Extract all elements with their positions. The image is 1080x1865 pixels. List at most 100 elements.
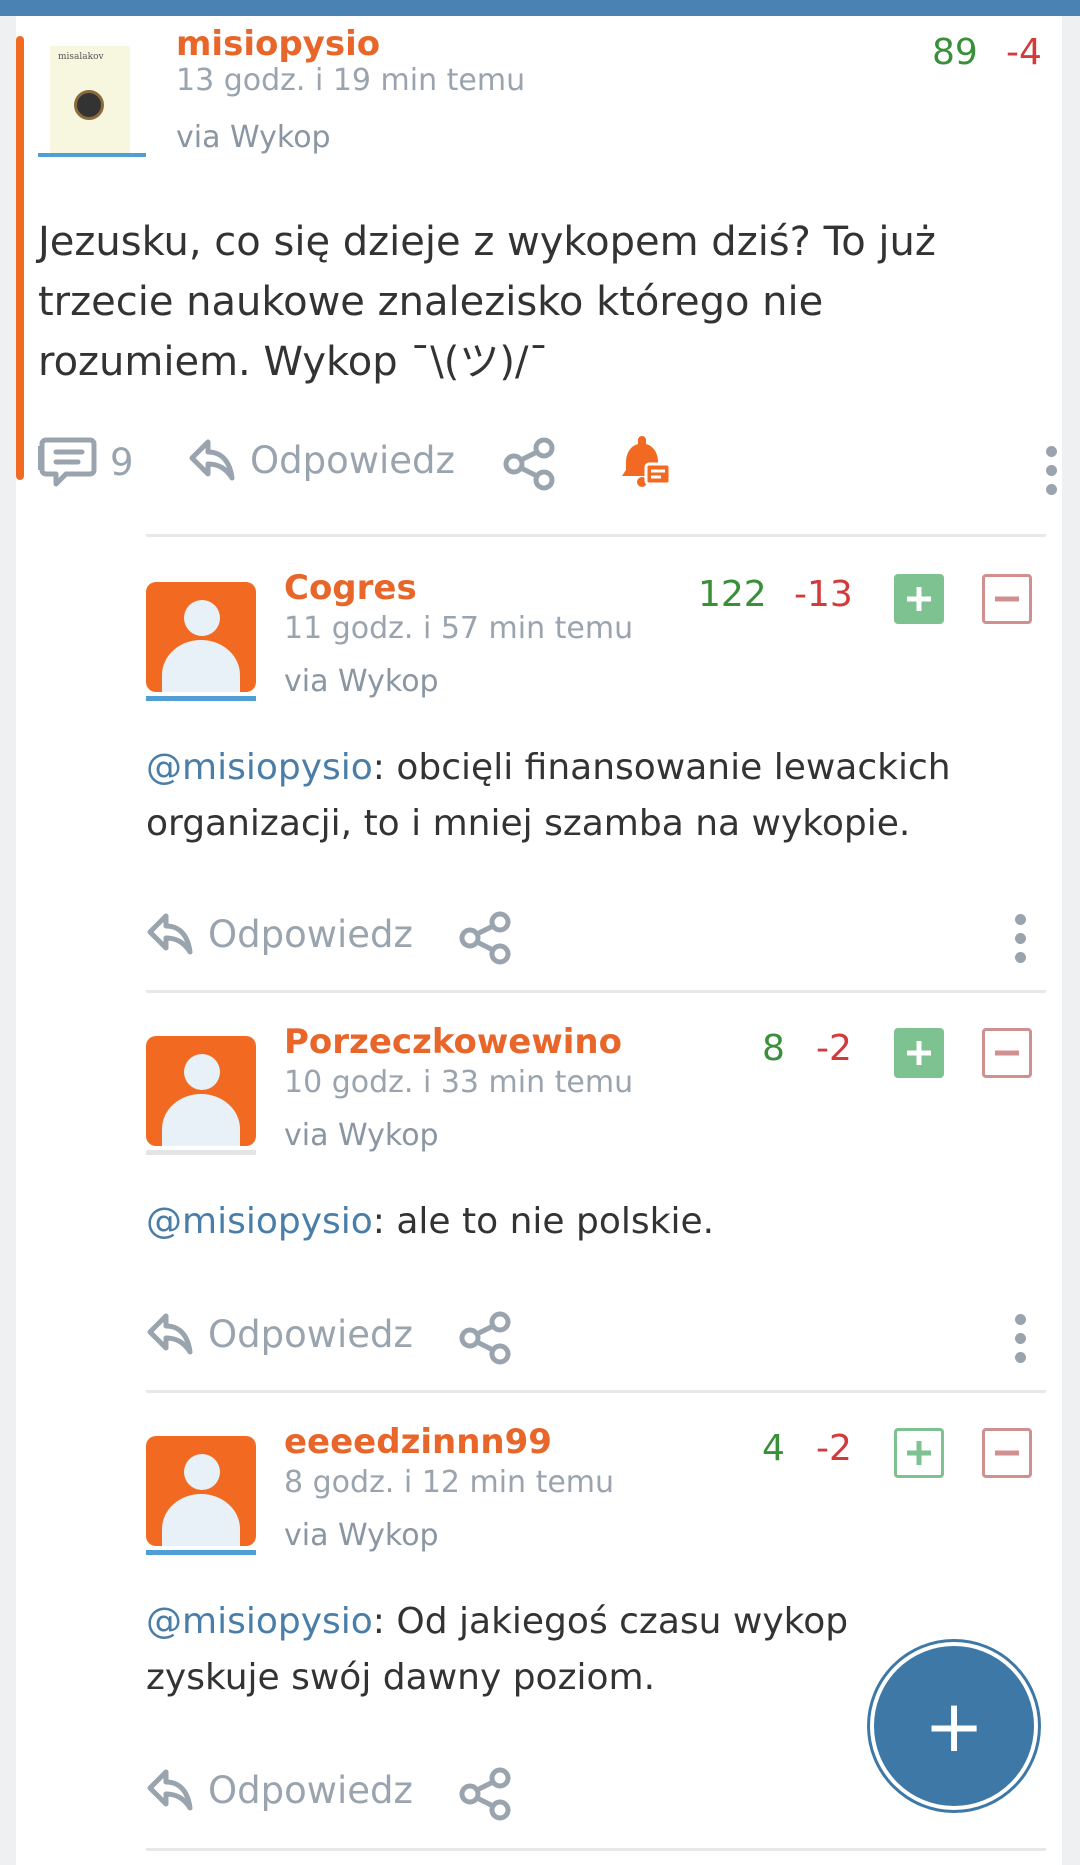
top-app-bar-edge <box>0 0 1080 16</box>
plus-icon <box>907 1441 931 1465</box>
entry-score-plus: 89 <box>932 32 978 73</box>
reply-body: @misiopysio: obcięli finansowanie lewack… <box>146 740 1026 852</box>
reply-score-minus: -13 <box>794 574 853 615</box>
reply-button[interactable]: Odpowiedz <box>188 436 455 484</box>
bell-icon <box>622 436 672 487</box>
reply-avatar[interactable] <box>146 1436 256 1546</box>
reply-arrow-icon <box>147 913 193 955</box>
share-button[interactable] <box>458 1766 514 1822</box>
reply-divider <box>146 990 1046 993</box>
reply-body: @misiopysio: ale to nie polskie. <box>146 1194 1026 1250</box>
share-icon <box>503 437 555 491</box>
share-button[interactable] <box>458 1310 514 1366</box>
default-avatar-head <box>184 1454 220 1490</box>
fab-plus-icon: + <box>923 1684 985 1768</box>
author-avatar[interactable]: misalakov <box>50 46 130 156</box>
upvote-button[interactable] <box>894 1428 944 1478</box>
dot-icon <box>1014 1352 1026 1363</box>
reply-avatar[interactable] <box>146 582 256 692</box>
minus-icon <box>995 1450 1019 1456</box>
plus-icon <box>907 1041 931 1065</box>
dot-icon <box>1014 933 1026 944</box>
reply-via: via Wykop <box>284 664 439 699</box>
downvote-button[interactable] <box>982 1028 1032 1078</box>
reply-divider <box>146 1848 1046 1851</box>
dot-icon <box>1014 952 1026 963</box>
reply-more-menu[interactable] <box>1013 1314 1027 1363</box>
entry-card: misalakov misiopysio 13 godz. i 19 min t… <box>16 16 1062 1865</box>
default-avatar-body <box>162 640 240 692</box>
reply-arrow-icon <box>189 439 235 481</box>
share-icon <box>459 911 511 965</box>
reply-timestamp: 8 godz. i 12 min temu <box>284 1465 615 1500</box>
entry-accent-bar <box>16 36 24 480</box>
reply-arrow-icon <box>147 1313 193 1355</box>
comment-icon <box>38 437 97 487</box>
reply-label: Odpowiedz <box>208 912 413 956</box>
share-button[interactable] <box>502 436 558 492</box>
default-avatar-head <box>184 1054 220 1090</box>
entry-timestamp: 13 godz. i 19 min temu <box>176 63 526 98</box>
downvote-button[interactable] <box>982 1428 1032 1478</box>
upvote-button[interactable] <box>894 1028 944 1078</box>
entry-more-menu[interactable] <box>1044 446 1058 495</box>
reply-author[interactable]: Cogres <box>284 568 417 608</box>
reply-score-plus: 4 <box>762 1428 785 1469</box>
reply-arrow-icon <box>147 1769 193 1811</box>
reply-via: via Wykop <box>284 1518 439 1553</box>
reply-body-text: : ale to nie polskie. <box>372 1201 715 1242</box>
reply-timestamp: 11 godz. i 57 min temu <box>284 611 634 646</box>
reply-label: Odpowiedz <box>208 1312 413 1356</box>
default-avatar-body <box>162 1494 240 1546</box>
share-button[interactable] <box>458 910 514 966</box>
avatar-gender-line <box>38 153 146 157</box>
share-icon <box>459 1311 511 1365</box>
comment-count: 9 <box>110 440 134 484</box>
avatar-gender-line <box>146 696 256 701</box>
entry-body: Jezusku, co się dzieje z wykopem dziś? T… <box>38 219 936 385</box>
share-icon <box>459 1767 511 1821</box>
avatar-gender-line <box>146 1550 256 1555</box>
default-avatar-body <box>162 1094 240 1146</box>
plus-icon <box>907 587 931 611</box>
reply-divider <box>146 1390 1046 1393</box>
reply-button[interactable]: Odpowiedz <box>146 1766 413 1814</box>
upvote-button[interactable] <box>894 574 944 624</box>
entry-via: via Wykop <box>176 120 331 155</box>
reply-timestamp: 10 godz. i 33 min temu <box>284 1065 634 1100</box>
reply-avatar[interactable] <box>146 1036 256 1146</box>
dot-icon <box>1014 1314 1026 1325</box>
downvote-button[interactable] <box>982 574 1032 624</box>
reply-body: @misiopysio: Od jakiegoś czasu wykop zys… <box>146 1594 986 1706</box>
avatar-caption: misalakov <box>58 52 104 62</box>
reply-more-menu[interactable] <box>1013 914 1027 963</box>
dot-icon <box>1014 1333 1026 1344</box>
add-comment-fab[interactable]: + <box>870 1642 1038 1810</box>
reply-label: Odpowiedz <box>208 1768 413 1812</box>
minus-icon <box>995 1050 1019 1056</box>
reply-author[interactable]: Porzeczkowewino <box>284 1022 622 1062</box>
reply-score-plus: 122 <box>698 574 767 615</box>
reply-score-plus: 8 <box>762 1028 785 1069</box>
comments-button[interactable]: 9 <box>38 436 134 488</box>
dot-icon <box>1045 446 1057 457</box>
reply-score-minus: -2 <box>816 1428 852 1469</box>
reply-author[interactable]: eeeedzinnn99 <box>284 1422 552 1462</box>
reply-via: via Wykop <box>284 1118 439 1153</box>
avatar-image <box>74 90 104 120</box>
reply-score-minus: -2 <box>816 1028 852 1069</box>
default-avatar-head <box>184 600 220 636</box>
reply-button[interactable]: Odpowiedz <box>146 910 413 958</box>
dot-icon <box>1045 484 1057 495</box>
minus-icon <box>995 596 1019 602</box>
mention-link[interactable]: @misiopysio <box>146 1601 373 1642</box>
dot-icon <box>1014 914 1026 925</box>
mention-link[interactable]: @misiopysio <box>146 1201 373 1242</box>
mention-link[interactable]: @misiopysio <box>146 747 373 788</box>
reply-label: Odpowiedz <box>250 438 455 482</box>
avatar-gender-line <box>146 1150 256 1155</box>
entry-score-minus: -4 <box>1006 32 1042 73</box>
reply-button[interactable]: Odpowiedz <box>146 1310 413 1358</box>
notification-bell-button[interactable] <box>616 436 672 492</box>
reply-divider <box>146 534 1046 537</box>
